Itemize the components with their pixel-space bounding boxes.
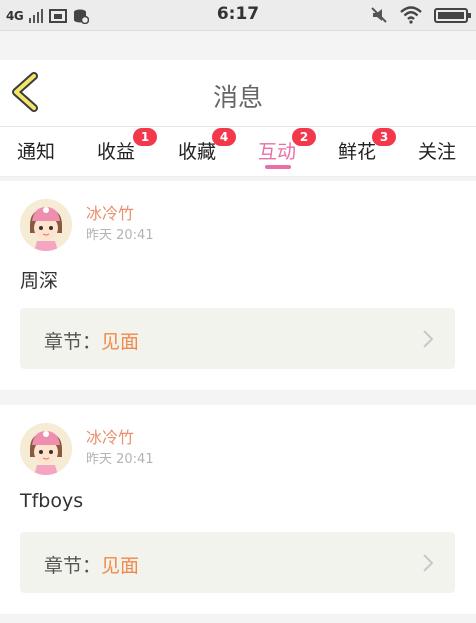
tab-interaction[interactable]: 互动 2 bbox=[258, 128, 316, 169]
chapter-link[interactable]: 章节：见面 bbox=[20, 308, 455, 369]
status-bar: 4G 6:17 bbox=[0, 0, 476, 31]
tab-label: 收藏 bbox=[178, 141, 217, 163]
chapter-text: 章节：见面 bbox=[44, 551, 139, 578]
avatar-girl-icon bbox=[20, 199, 72, 251]
chapter-text: 章节：见面 bbox=[44, 327, 139, 354]
tab-income[interactable]: 收益 1 bbox=[97, 128, 157, 164]
mute-icon bbox=[371, 7, 387, 23]
tab-follow[interactable]: 关注 bbox=[418, 137, 456, 164]
avatar[interactable] bbox=[20, 423, 72, 475]
tab-label: 互动 bbox=[258, 141, 297, 163]
badge-count: 1 bbox=[133, 128, 157, 146]
chevron-right-icon bbox=[423, 330, 434, 348]
message-content: 周深 bbox=[20, 270, 59, 292]
tab-label: 鲜花 bbox=[338, 141, 377, 163]
badge-count: 3 bbox=[372, 128, 396, 146]
chapter-name: 见面 bbox=[101, 555, 140, 577]
status-right bbox=[370, 5, 471, 25]
badge-count: 2 bbox=[292, 128, 316, 146]
message-card: 冰冷竹 昨天 20:41 周深 章节：见面 bbox=[0, 181, 476, 390]
page-title: 消息 bbox=[212, 83, 263, 112]
avatar-girl-icon bbox=[20, 423, 72, 475]
tab-bar: 通知 收益 1 收藏 4 互动 2 鲜花 3 关注 bbox=[0, 126, 476, 177]
tab-favorites[interactable]: 收藏 4 bbox=[178, 128, 236, 164]
chapter-name: 见面 bbox=[101, 331, 140, 353]
chapter-label: 章节： bbox=[44, 555, 102, 577]
header-bar: 消息 bbox=[0, 60, 476, 126]
avatar[interactable] bbox=[20, 199, 72, 251]
username[interactable]: 冰冷竹 bbox=[86, 424, 134, 448]
chapter-link[interactable]: 章节：见面 bbox=[20, 532, 455, 593]
username[interactable]: 冰冷竹 bbox=[86, 200, 134, 224]
tab-label: 通知 bbox=[17, 141, 56, 163]
chevron-right-icon bbox=[423, 554, 434, 572]
tab-notice[interactable]: 通知 bbox=[17, 137, 55, 164]
tab-label: 关注 bbox=[418, 141, 457, 163]
tab-label: 收益 bbox=[97, 141, 136, 163]
tab-flowers[interactable]: 鲜花 3 bbox=[338, 128, 396, 164]
active-tab-indicator bbox=[265, 165, 291, 169]
badge-count: 4 bbox=[212, 128, 236, 146]
message-time: 昨天 20:41 bbox=[86, 228, 154, 243]
message-time: 昨天 20:41 bbox=[86, 452, 154, 467]
wifi-icon bbox=[400, 6, 422, 24]
chapter-label: 章节： bbox=[44, 331, 102, 353]
message-card: 冰冷竹 昨天 20:41 Tfboys 章节：见面 bbox=[0, 405, 476, 614]
battery-icon bbox=[434, 7, 471, 23]
message-content: Tfboys bbox=[20, 490, 84, 512]
